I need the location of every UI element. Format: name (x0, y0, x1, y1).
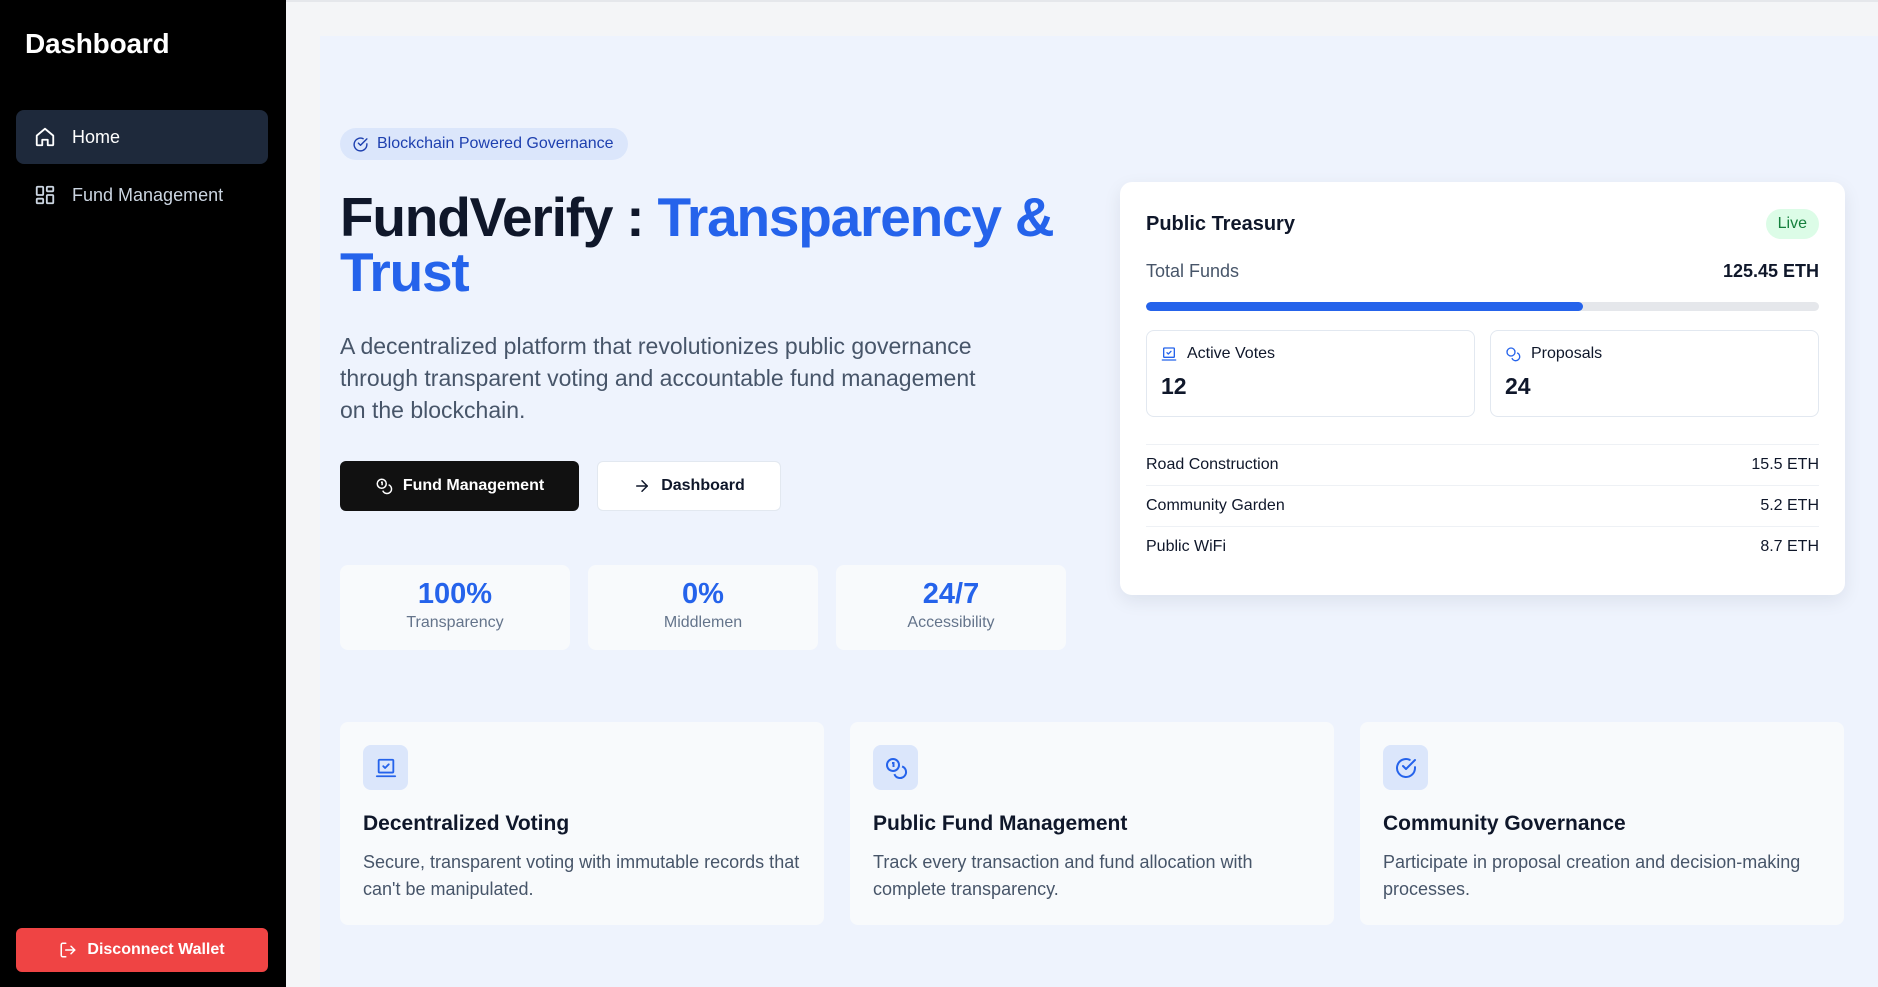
disconnect-wallet-button[interactable]: Disconnect Wallet (16, 928, 268, 972)
active-votes-label: Active Votes (1187, 345, 1276, 362)
allocation-amount: 5.2 ETH (1760, 497, 1819, 514)
sidebar-item-label: Fund Management (72, 184, 224, 205)
stat-label: Accessibility (907, 614, 995, 631)
feature-title: Decentralized Voting (363, 812, 570, 835)
stat-label: Middlemen (663, 614, 743, 631)
allocation-name: Road Construction (1146, 456, 1279, 473)
proposals-label: Proposals (1531, 345, 1603, 362)
allocation-amount: 8.7 ETH (1760, 538, 1819, 555)
badge-label: Blockchain Powered Governance (377, 135, 614, 152)
total-funds-value: 125.45 ETH (1722, 261, 1819, 281)
feature-description: Track every transaction and fund allocat… (873, 852, 1253, 899)
check-circle-icon (1383, 745, 1428, 790)
stat-value: 0% (682, 578, 724, 610)
active-votes-value: 12 (1161, 373, 1187, 399)
public-treasury-card: Public Treasury Live Total Funds 125.45 … (1120, 182, 1845, 595)
sidebar-brand: Dashboard (25, 28, 170, 59)
feature-title: Public Fund Management (873, 812, 1128, 835)
fund-management-label: Fund Management (402, 477, 545, 494)
allocation-amount: 15.5 ETH (1751, 456, 1819, 473)
coins-icon (375, 477, 393, 495)
total-funds-label: Total Funds (1146, 261, 1240, 281)
treasury-title: Public Treasury (1146, 213, 1295, 235)
list-item: Community Garden 5.2 ETH (1146, 485, 1819, 526)
sidebar-item-label: Home (72, 126, 121, 147)
coins-icon (873, 745, 918, 790)
status-badge: Live (1765, 209, 1819, 239)
fund-management-button[interactable]: Fund Management (340, 461, 579, 511)
dashboard-button[interactable]: Dashboard (597, 461, 781, 511)
vote-box-icon (363, 745, 408, 790)
proposals-card: Proposals 24 (1490, 330, 1819, 417)
feature-card-governance: Community Governance Participate in prop… (1360, 722, 1844, 925)
page-title: FundVerify : Transparency & Trust (340, 190, 1080, 300)
governance-badge: Blockchain Powered Governance (340, 128, 628, 160)
sidebar-item-home[interactable]: Home (16, 110, 268, 164)
feature-card-fund-management: Public Fund Management Track every trans… (850, 722, 1334, 925)
stat-middlemen: 0% Middlemen (588, 565, 818, 650)
stat-label: Transparency (406, 614, 504, 631)
title-main: FundVerify : (340, 186, 658, 248)
list-item: Road Construction 15.5 ETH (1146, 444, 1819, 485)
vote-box-icon (1161, 346, 1177, 362)
stat-value: 100% (417, 578, 493, 610)
allocation-name: Community Garden (1146, 497, 1285, 514)
hero-description: A decentralized platform that revolution… (340, 333, 976, 423)
check-circle-icon (352, 136, 369, 153)
proposals-value: 24 (1505, 373, 1531, 399)
arrow-right-icon (633, 477, 651, 495)
list-item: Public WiFi 8.7 ETH (1146, 526, 1819, 567)
feature-description: Participate in proposal creation and dec… (1383, 852, 1801, 899)
feature-card-voting: Decentralized Voting Secure, transparent… (340, 722, 824, 925)
home-icon (34, 126, 56, 148)
sidebar-item-fund-management[interactable]: Fund Management (16, 168, 268, 222)
funds-progress-bar (1146, 302, 1819, 311)
feature-description: Secure, transparent voting with immutabl… (363, 852, 800, 899)
top-border (286, 0, 1878, 2)
stat-transparency: 100% Transparency (340, 565, 570, 650)
grid-icon (34, 184, 56, 206)
stat-accessibility: 24/7 Accessibility (836, 565, 1066, 650)
funds-progress-fill (1146, 302, 1584, 311)
logout-icon (59, 941, 77, 959)
active-votes-card: Active Votes 12 (1146, 330, 1475, 417)
sidebar: Dashboard Home Fund Management Disconnec… (0, 0, 286, 987)
feature-title: Community Governance (1383, 812, 1626, 835)
stat-value: 24/7 (922, 578, 980, 610)
dashboard-label: Dashboard (661, 477, 745, 494)
coins-icon (1505, 346, 1521, 362)
allocation-name: Public WiFi (1146, 538, 1227, 555)
disconnect-wallet-label: Disconnect Wallet (87, 941, 225, 958)
